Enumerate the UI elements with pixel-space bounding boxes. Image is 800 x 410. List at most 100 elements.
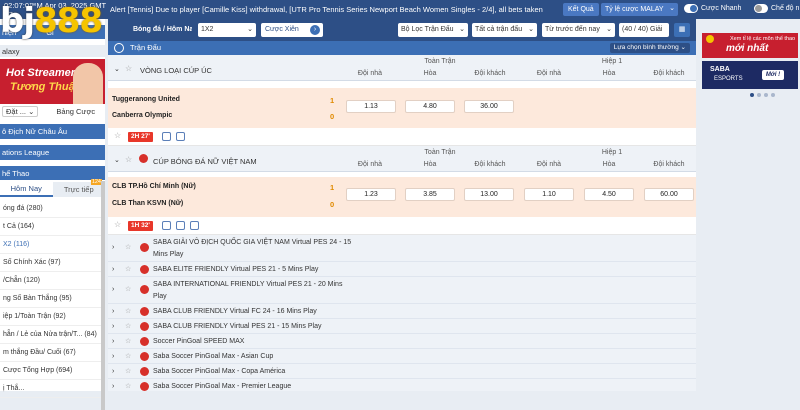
sidebar-item-more[interactable]: ị Thắ... [0,380,105,398]
odds-type-select[interactable]: Tỷ lệ cược MALAY ⌄ [601,3,678,16]
league-name: SABA ELITE FRIENDLY Virtual PES 21 - 5 M… [153,266,319,273]
results-button[interactable]: Kết Quả [563,3,599,16]
sidebar-item-odd-even[interactable]: /Chẵn (120) [0,272,105,290]
live-time-badge: 2H 27' [128,132,153,142]
live-tracker-icon[interactable] [176,132,185,141]
sidebar-section-nations-league[interactable]: ations League [0,145,105,160]
league-row[interactable]: › ☆ SABA INTERNATIONAL FRIENDLY Virtual P… [108,277,696,304]
star-icon[interactable]: ☆ [125,379,131,391]
sidebar-item-first-last-goal[interactable]: m thắng Đầu/ Cuối (67) [0,344,105,362]
league-row[interactable]: › ☆ Saba Soccer PinGoal Max - Asian Cup [108,349,696,364]
tab-today[interactable]: Hôm Nay [0,182,53,197]
carousel-dot[interactable] [771,93,775,97]
sidebar-item-ht-odd-even[interactable]: hẵn / Lẻ của Nửa trận/T... (84) [0,326,105,344]
right-panel: Xem tỉ lệ các môn thể thao mới nhất SABA… [700,19,800,391]
home-team[interactable]: CLB TP.Hồ Chí Minh (Nữ) [112,183,196,190]
odds-home-h1[interactable]: 1.10 [524,188,574,201]
alert-ticker[interactable]: Alert [Tennis] Due to player [Camille Ki… [110,5,560,14]
league-name: Saba Soccer PinGoal Max - Premier League [153,383,292,390]
odds-draw[interactable]: 3.85 [405,188,455,201]
video-icon[interactable] [190,221,199,230]
sidebar-item-total-goals[interactable]: ng Số Bàn Thắng (95) [0,290,105,308]
all-matches-select[interactable]: Tất cả trận đấu ⌄ [472,23,537,37]
match-filter-select[interactable]: Bộ Lọc Trận Đấu ⌄ [398,23,468,37]
parlay-button[interactable]: Cược Xiên › [261,23,323,37]
sidebar-item-ht-ft[interactable]: iệp 1/Toàn Trận (92) [0,308,105,326]
star-icon[interactable]: ☆ [125,304,131,319]
star-icon[interactable]: ☆ [125,319,131,334]
star-icon[interactable]: ☆ [125,262,131,277]
odds-away-h1[interactable]: 60.00 [644,188,694,201]
league-row[interactable]: › ☆ Saba Soccer PinGoal Max - Copa Améric… [108,364,696,379]
league-row[interactable]: › ☆ SABA GIẢI VÔ ĐỊCH QUỐC GIA VIỆT NAM V… [108,235,696,262]
league-header[interactable]: ⌄ ☆ CÚP BÓNG ĐÁ NỮ VIỆT NAM Toàn Trận Hi… [108,146,696,172]
star-icon[interactable]: ☆ [125,364,131,379]
bet-select[interactable]: Đặt ... ⌄ [2,105,39,117]
sport-selector[interactable]: Bóng đá / Hôm Nay [130,23,192,37]
stats-icon[interactable] [162,132,171,141]
mode-toggle[interactable] [754,4,768,13]
star-icon[interactable]: ☆ [125,64,132,73]
sidebar-item-parlay[interactable]: Cược Tổng Hợp (694) [0,362,105,380]
star-icon[interactable]: ☆ [114,131,121,140]
away-team[interactable]: Canberra Olympic [112,112,172,119]
league-name: SABA GIẢI VÔ ĐỊCH QUỐC GIA VIỆT NAM Virt… [153,239,352,258]
odds-home[interactable]: 1.23 [346,188,396,201]
home-team[interactable]: Tuggeranong United [112,96,180,103]
star-icon[interactable]: ☆ [125,334,131,349]
match-filter-label: Bộ Lọc Trận Đấu [401,26,454,33]
league-row[interactable]: › ☆ SABA ELITE FRIENDLY Virtual PES 21 - … [108,262,696,277]
normal-selection-button[interactable]: Lựa chọn bình thường ⌄ [609,43,690,53]
match-section-header: Trận Đấu Lựa chọn bình thường ⌄ [108,41,696,55]
odds-home[interactable]: 1.13 [346,100,396,113]
sidebar-item-football[interactable]: óng đá (280) [0,200,105,218]
logo-text-left: bj [0,1,35,41]
league-row[interactable]: › ☆ Soccer PinGoal SPEED MAX [108,334,696,349]
chevron-down-icon[interactable]: ⌄ [114,156,120,164]
league-count[interactable]: (40 / 40) Giải [619,23,669,37]
league-name: SABA CLUB FRIENDLY Virtual PES 21 - 15 M… [153,323,322,330]
league-row[interactable]: › ☆ Saba Soccer PinGoal Max - Premier Lea… [108,379,696,391]
odds-draw[interactable]: 4.80 [405,100,455,113]
star-icon[interactable]: ☆ [125,242,131,254]
league-header[interactable]: ⌄ ☆ VÒNG LOẠI CÚP ÚC Toàn Trận Hiệp 1 Độ… [108,55,696,81]
odds-away[interactable]: 13.00 [464,188,514,201]
league-row[interactable]: › ☆ SABA CLUB FRIENDLY Virtual PES 21 - 1… [108,319,696,334]
market-select[interactable]: 1X2 ⌄ [198,23,256,37]
stats-icon[interactable] [162,221,171,230]
league-row[interactable]: › ☆ SABA CLUB FRIENDLY Virtual FC 24 - 16… [108,304,696,319]
bet-table-link[interactable]: Bảng Cược [56,107,95,116]
full-time-header: Toàn Trận [424,149,456,156]
sidebar-galaxy[interactable]: alaxy [0,45,105,57]
live-tracker-icon[interactable] [176,221,185,230]
ball-icon [140,322,149,331]
star-icon[interactable]: ☆ [125,155,132,164]
col-away-h1: Đội khách [653,70,685,77]
latest-odds-banner[interactable]: Xem tỉ lệ các môn thể thao mới nhất [702,33,798,58]
sort-select[interactable]: Từ trước đến nay ⌄ [542,23,615,37]
carousel-dot[interactable] [764,93,768,97]
grid-icon[interactable]: ▦ [674,23,690,37]
sidebar-section-euro-women[interactable]: ô Địch Nữ Châu Âu [0,124,105,139]
promo-icon [706,35,714,43]
sidebar-scrollbar[interactable] [101,181,105,410]
star-icon[interactable]: ☆ [114,220,121,229]
away-team[interactable]: CLB Than KSVN (Nữ) [112,200,183,207]
odds-away[interactable]: 36.00 [464,100,514,113]
star-icon[interactable]: ☆ [125,349,131,364]
sidebar-section-sports[interactable]: hể Thao [0,166,105,180]
carousel-dot[interactable] [750,93,754,97]
tab-live[interactable]: Trực tiếp 124 [52,179,105,197]
odds-draw-h1[interactable]: 4.50 [584,188,634,201]
chevron-down-icon[interactable]: ⌄ [114,65,120,73]
sidebar-item-all[interactable]: t Cả (164) [0,218,105,236]
quick-bet-toggle[interactable] [684,4,698,13]
sidebar-item-correct-score[interactable]: Số Chính Xác (97) [0,254,105,272]
saba-esports-banner[interactable]: SABA ESPORTS Mới ! [702,61,798,89]
banner-caption: Xem tỉ lệ các môn thể thao [730,36,796,42]
carousel-dot[interactable] [757,93,761,97]
chevron-right-icon: › [112,323,115,330]
chevron-right-icon: › [112,338,115,345]
sidebar-item-1x2[interactable]: X2 (116) [0,236,105,254]
star-icon[interactable]: ☆ [125,284,131,296]
